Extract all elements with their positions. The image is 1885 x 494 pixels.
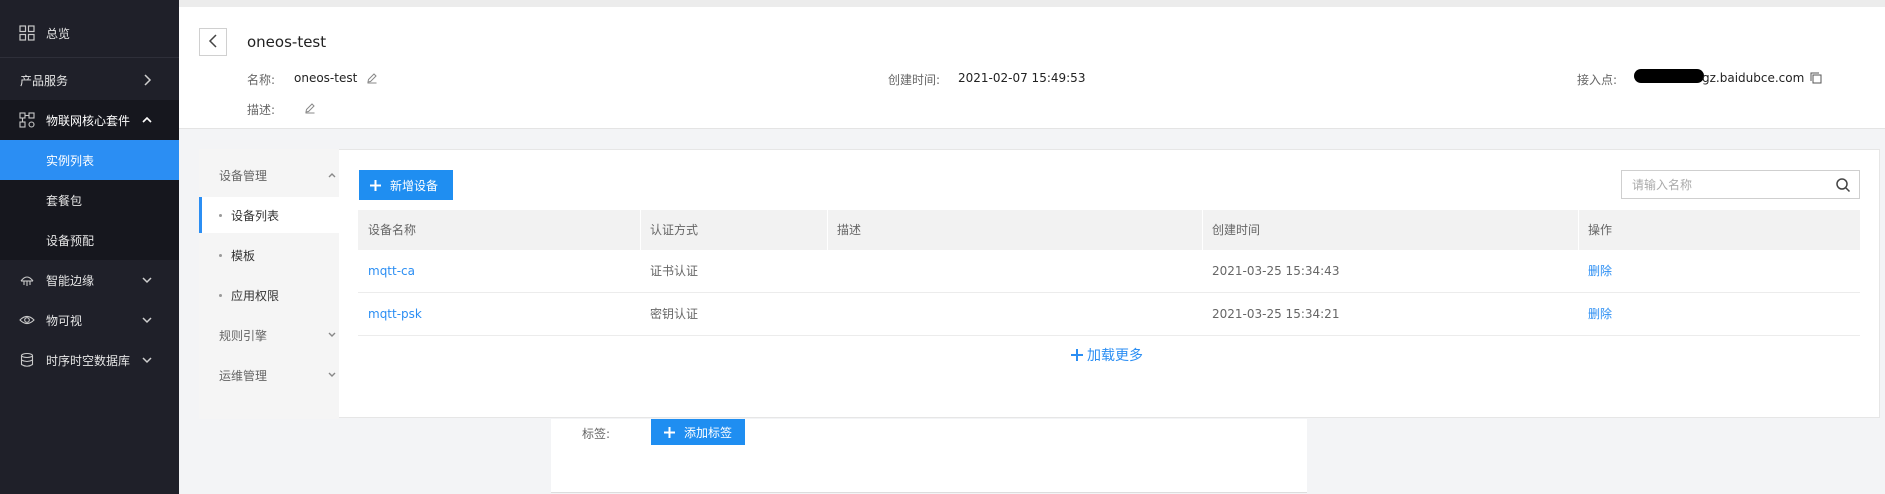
chevron-left-icon xyxy=(208,33,218,51)
chevron-down-icon xyxy=(139,352,155,368)
add-tag-button[interactable]: 添加标签 xyxy=(651,419,745,445)
table-header: 设备名称 认证方式 描述 创建时间 操作 xyxy=(358,210,1860,250)
endpoint-value: gz.baidubce.com xyxy=(1702,71,1805,85)
column-header: 认证方式 xyxy=(650,223,699,237)
created-time: 2021-03-25 15:34:43 xyxy=(1212,264,1340,278)
sidebar-item-label: 智能边缘 xyxy=(46,273,95,288)
subnav-templates[interactable]: 模板 xyxy=(199,237,371,273)
sidebar-item-label: 总览 xyxy=(46,26,71,41)
nodes-icon xyxy=(18,111,36,129)
endpoint-label: 接入点: xyxy=(1577,73,1618,87)
back-button[interactable] xyxy=(199,28,227,56)
search-input[interactable] xyxy=(1622,171,1827,198)
copy-icon[interactable] xyxy=(1810,72,1822,84)
sidebar-item-label: 实例列表 xyxy=(46,153,95,168)
column-header: 设备名称 xyxy=(368,223,417,237)
auth-method: 证书认证 xyxy=(650,264,699,278)
top-strip xyxy=(179,0,1885,7)
grid-icon xyxy=(18,24,36,42)
edit-desc-icon[interactable] xyxy=(304,102,316,114)
device-name-link[interactable]: mqtt-ca xyxy=(358,250,640,293)
subnav-device-management[interactable]: 设备管理 xyxy=(199,157,359,193)
sidebar-item-visual[interactable]: 物可视 xyxy=(0,300,179,340)
eye-icon xyxy=(18,311,36,329)
add-tag-label: 添加标签 xyxy=(684,425,733,440)
desc-label: 描述: xyxy=(247,103,276,117)
column-header: 创建时间 xyxy=(1212,223,1261,237)
created-time: 2021-03-25 15:34:21 xyxy=(1212,307,1340,321)
description xyxy=(827,250,1202,293)
subnav-label: 规则引擎 xyxy=(219,328,268,343)
sub-navigation: 设备管理 设备列表 模板 应用权限 规则引擎 运维管理 xyxy=(199,149,371,419)
chevron-down-icon xyxy=(139,272,155,288)
redaction-mark xyxy=(1634,69,1704,83)
instance-header: oneos-test 名称: oneos-test 描述: 创建时间: 2021… xyxy=(179,7,1885,129)
sidebar-item-provisioning[interactable]: 设备预配 xyxy=(0,220,179,260)
edge-icon xyxy=(18,271,36,289)
subnav-device-list[interactable]: 设备列表 xyxy=(199,197,371,233)
bullet xyxy=(219,214,222,217)
chevron-down-icon xyxy=(139,312,155,328)
chevron-down-icon xyxy=(325,328,339,342)
divider xyxy=(0,57,179,58)
column-header: 描述 xyxy=(837,223,862,237)
sidebar-item-overview[interactable]: 总览 xyxy=(0,13,179,53)
plus-icon xyxy=(1070,348,1084,362)
subnav-label: 应用权限 xyxy=(231,288,280,303)
sidebar: 总览 产品服务 物联网核心套件 实例列表 套餐包 设备预配 智能边缘 物可视 时… xyxy=(0,0,179,494)
sidebar-item-label: 物联网核心套件 xyxy=(46,113,131,128)
sidebar-item-label: 设备预配 xyxy=(46,233,95,248)
subnav-label: 设备管理 xyxy=(219,168,268,183)
sidebar-item-label: 物可视 xyxy=(46,313,83,328)
subnav-ops-management[interactable]: 运维管理 xyxy=(199,357,359,393)
subnav-label: 模板 xyxy=(231,248,256,263)
created-value: 2021-02-07 15:49:53 xyxy=(958,71,1086,85)
name-value: oneos-test xyxy=(294,71,358,85)
edit-name-icon[interactable] xyxy=(366,72,378,84)
name-label: 名称: xyxy=(247,73,276,87)
bullet xyxy=(219,294,222,297)
column-header: 操作 xyxy=(1588,223,1613,237)
created-label: 创建时间: xyxy=(888,73,941,87)
load-more-label: 加载更多 xyxy=(1087,348,1143,364)
subnav-rule-engine[interactable]: 规则引擎 xyxy=(199,317,359,353)
delete-link[interactable]: 删除 xyxy=(1578,293,1860,336)
plus-icon xyxy=(663,426,676,439)
search-box xyxy=(1621,170,1860,199)
subnav-label: 设备列表 xyxy=(231,208,280,223)
tags-label: 标签: xyxy=(582,427,611,441)
sidebar-item-products[interactable]: 产品服务 xyxy=(0,60,179,100)
plus-icon xyxy=(369,179,382,192)
subnav-app-permissions[interactable]: 应用权限 xyxy=(199,277,371,313)
sidebar-item-edge[interactable]: 智能边缘 xyxy=(0,260,179,300)
sidebar-item-label: 套餐包 xyxy=(46,193,83,208)
chevron-down-icon xyxy=(325,368,339,382)
search-icon[interactable] xyxy=(1835,177,1851,193)
page-title: oneos-test xyxy=(247,33,327,51)
description xyxy=(827,293,1202,336)
add-device-button[interactable]: 新增设备 xyxy=(359,170,453,200)
add-device-label: 新增设备 xyxy=(390,178,439,193)
sidebar-item-packages[interactable]: 套餐包 xyxy=(0,180,179,220)
chevron-up-icon xyxy=(325,168,339,182)
bullet xyxy=(219,254,222,257)
chevron-right-icon xyxy=(139,72,155,88)
auth-method: 密钥认证 xyxy=(650,307,699,321)
subnav-label: 运维管理 xyxy=(219,368,268,383)
sidebar-item-tsdb[interactable]: 时序时空数据库 xyxy=(0,340,179,380)
sidebar-item-iot-core[interactable]: 物联网核心套件 xyxy=(0,100,179,140)
delete-link[interactable]: 删除 xyxy=(1578,250,1860,293)
table-row: mqtt-psk 密钥认证 2021-03-25 15:34:21 删除 xyxy=(358,293,1860,336)
database-icon xyxy=(18,351,36,369)
table-row: mqtt-ca 证书认证 2021-03-25 15:34:43 删除 xyxy=(358,250,1860,293)
load-more-button[interactable]: 加载更多 xyxy=(1070,345,1143,365)
sidebar-item-instances[interactable]: 实例列表 xyxy=(0,140,179,180)
device-name-link[interactable]: mqtt-psk xyxy=(358,293,640,336)
chevron-up-icon xyxy=(139,112,155,128)
sidebar-item-label: 产品服务 xyxy=(20,73,69,88)
sidebar-item-label: 时序时空数据库 xyxy=(46,353,131,368)
